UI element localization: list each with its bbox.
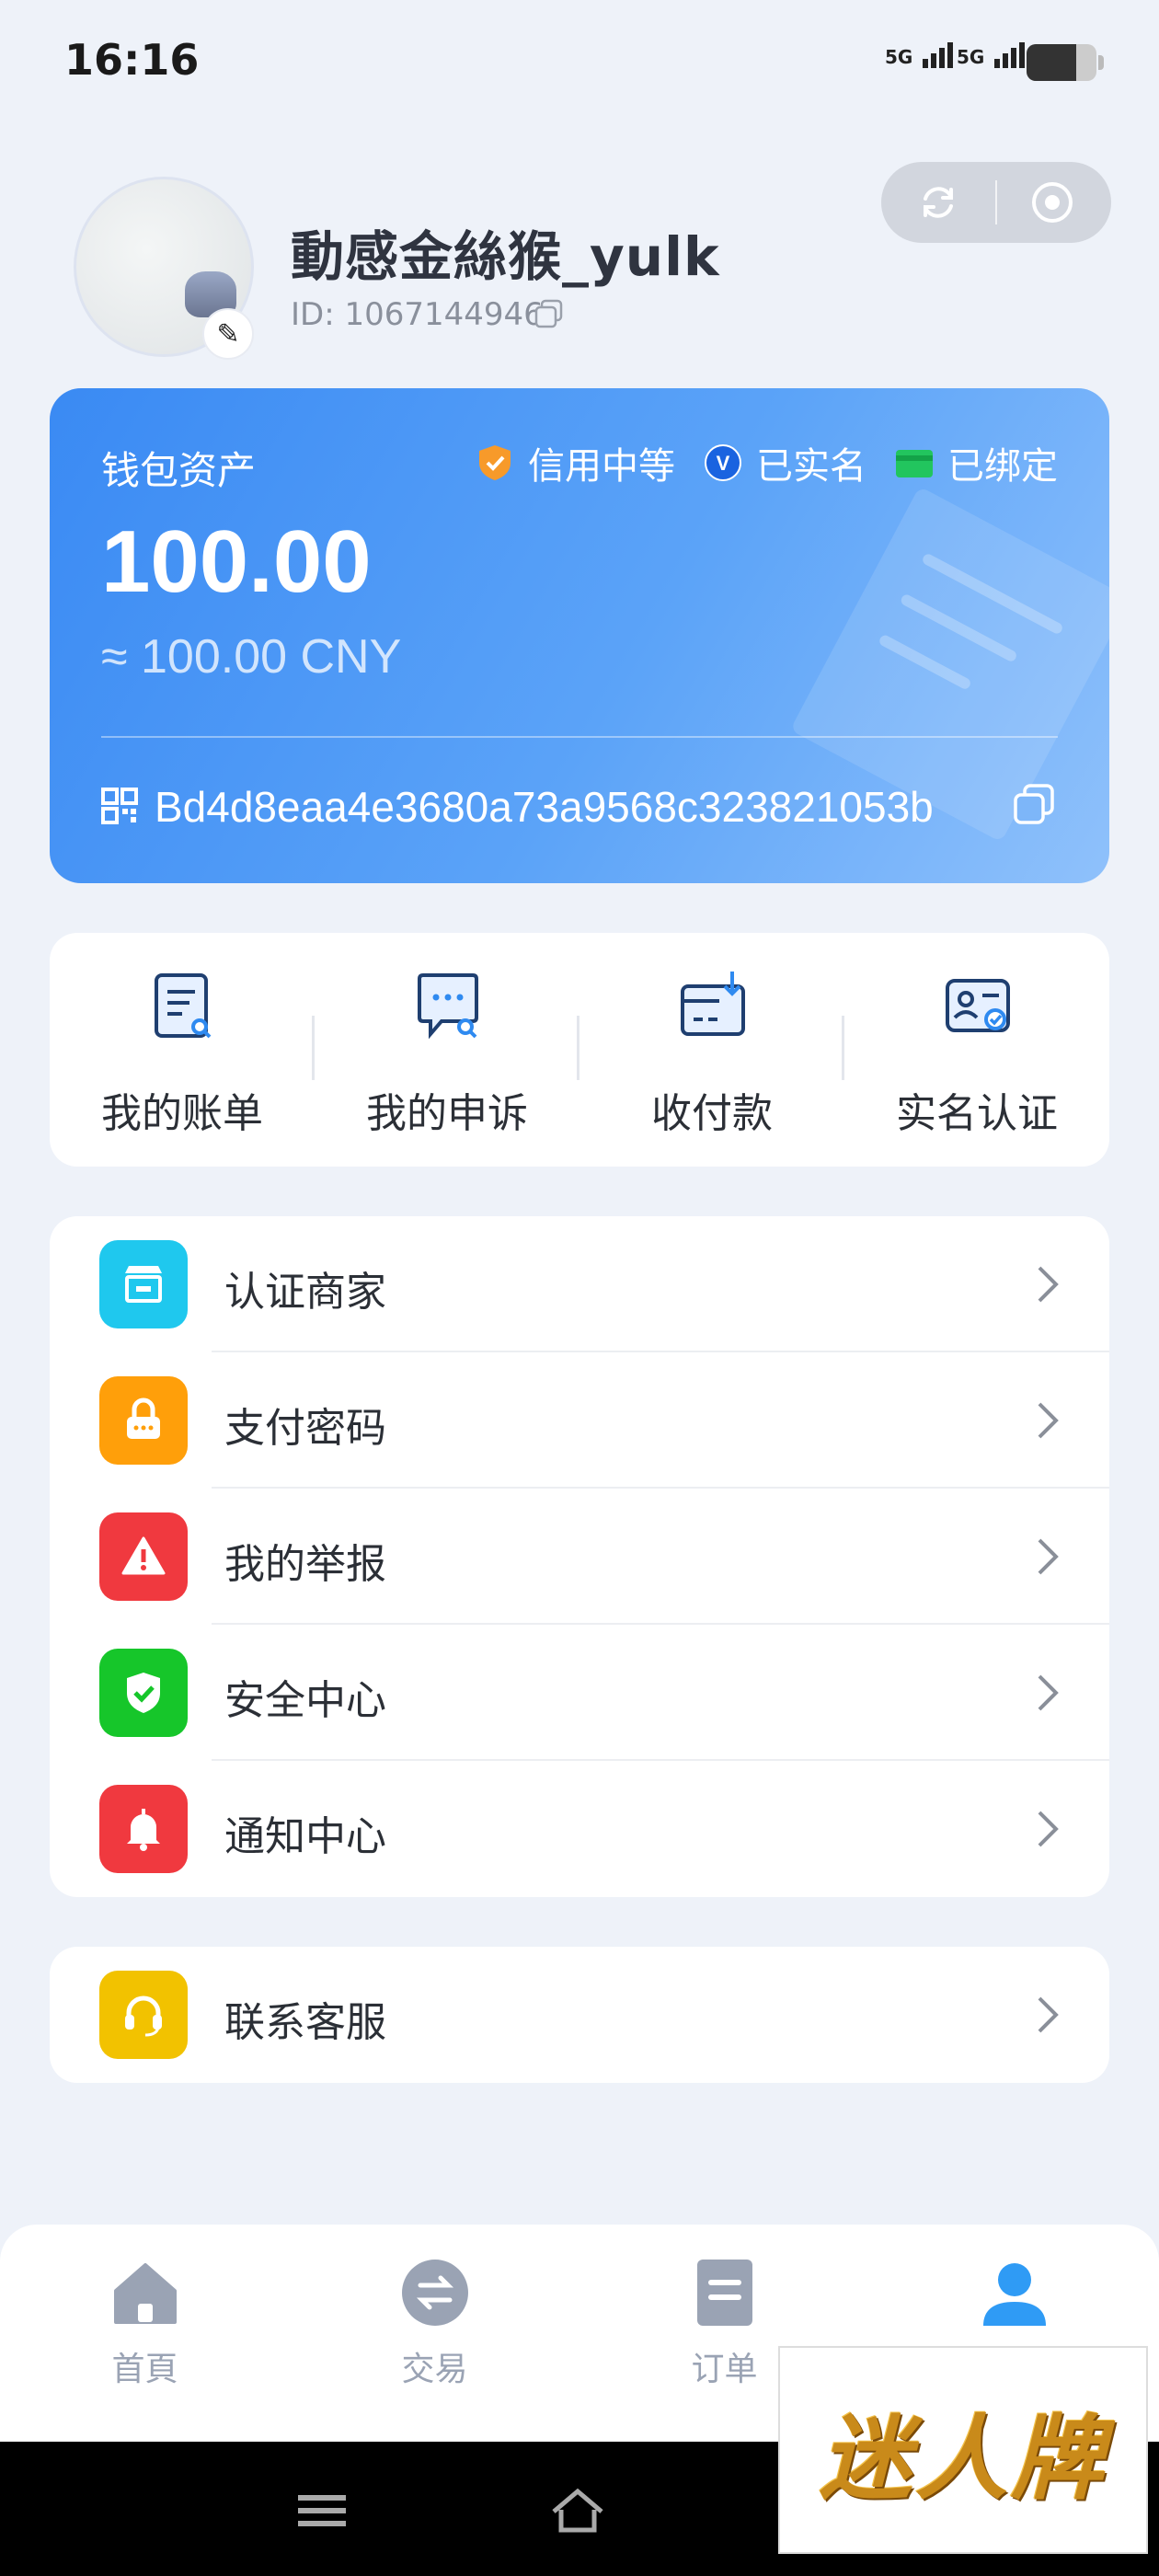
exchange-icon: [402, 2260, 468, 2326]
quick-action-id-verify[interactable]: 实名认证: [844, 933, 1109, 1167]
copy-icon[interactable]: [534, 298, 565, 329]
home-icon: [114, 2263, 177, 2324]
menu-item-pay-password[interactable]: 支付密码: [50, 1352, 1109, 1489]
chevron-right-icon: [1038, 1674, 1059, 1711]
wallet-amount: 100.00: [101, 512, 372, 611]
verified-tag: V 已实名: [703, 436, 866, 489]
menu-item-report[interactable]: 我的举报: [50, 1489, 1109, 1625]
wallet-card[interactable]: 钱包资产 信用中等 V 已实名 已绑定 100.00 ≈ 100.00 CNY: [50, 388, 1109, 883]
pencil-icon[interactable]: ✎: [202, 308, 254, 360]
id-verify-icon: [946, 979, 1010, 1032]
headset-icon: [99, 1971, 188, 2059]
menu-item-merchant[interactable]: 认证商家: [50, 1216, 1109, 1352]
shield-check-icon: [99, 1649, 188, 1737]
warning-icon: [99, 1512, 188, 1601]
bell-icon: [99, 1785, 188, 1873]
quick-action-payment[interactable]: 收付款: [580, 933, 844, 1167]
divider: [101, 736, 1058, 738]
profile-icon: [983, 2263, 1046, 2326]
card-icon: [896, 450, 933, 477]
order-icon: [697, 2260, 752, 2326]
credit-tag: 信用中等: [475, 436, 675, 489]
quick-actions: 我的账单 我的申诉 收付款 实名认证: [50, 933, 1109, 1167]
refresh-icon[interactable]: [914, 178, 962, 226]
menu-item-customer-service[interactable]: 联系客服: [50, 1947, 1109, 2083]
verified-icon: V: [705, 444, 741, 481]
battery-icon: [1027, 44, 1104, 81]
store-icon: [99, 1240, 188, 1328]
svg-text:V: V: [717, 452, 730, 475]
quick-action-appeal[interactable]: 我的申诉: [315, 933, 580, 1167]
nickname: 動感金絲猴_yulk: [291, 225, 720, 288]
wallet-tags: 信用中等 V 已实名 已绑定: [475, 436, 1058, 489]
home-nav-icon[interactable]: [548, 2482, 607, 2537]
menu-item-security[interactable]: 安全中心: [50, 1625, 1109, 1761]
mini-program-capsule: [881, 162, 1111, 243]
watermark-logo: 迷人牌: [778, 2346, 1148, 2554]
chevron-right-icon: [1038, 1266, 1059, 1303]
signal-icon: 5G: [885, 42, 956, 68]
wallet-title: 钱包资产: [101, 448, 257, 493]
close-target-icon[interactable]: [1028, 178, 1076, 226]
bound-tag: 已绑定: [894, 436, 1058, 489]
wallet-address: Bd4d8eaa4e3680a73a9568c323821053b: [155, 783, 934, 831]
shield-icon: [479, 445, 511, 480]
bill-icon: [155, 973, 212, 1039]
status-time: 16:16: [64, 35, 200, 85]
quick-action-bill[interactable]: 我的账单: [50, 933, 315, 1167]
chevron-right-icon: [1038, 1811, 1059, 1847]
qr-code-icon[interactable]: [101, 788, 138, 824]
wallet-cny: ≈ 100.00 CNY: [101, 630, 402, 684]
tab-trade[interactable]: 交易: [290, 2225, 580, 2442]
copy-icon[interactable]: [1012, 782, 1056, 826]
signal-icon: 5G: [957, 42, 1027, 68]
chevron-right-icon: [1038, 1996, 1059, 2033]
menu-icon[interactable]: [293, 2482, 351, 2537]
menu-item-notifications[interactable]: 通知中心: [50, 1761, 1109, 1897]
lock-icon: [99, 1376, 188, 1465]
appeal-icon: [418, 973, 478, 1040]
user-id: ID: 1067144946: [291, 296, 544, 333]
chevron-right-icon: [1038, 1402, 1059, 1439]
chevron-right-icon: [1038, 1538, 1059, 1575]
status-bar: 16:16 5G 5G: [0, 0, 1159, 120]
payment-icon: [681, 972, 745, 1036]
settings-menu: 认证商家 支付密码 我的举报 安全中心 通知中心: [50, 1216, 1109, 1897]
tab-home[interactable]: 首頁: [0, 2225, 290, 2442]
